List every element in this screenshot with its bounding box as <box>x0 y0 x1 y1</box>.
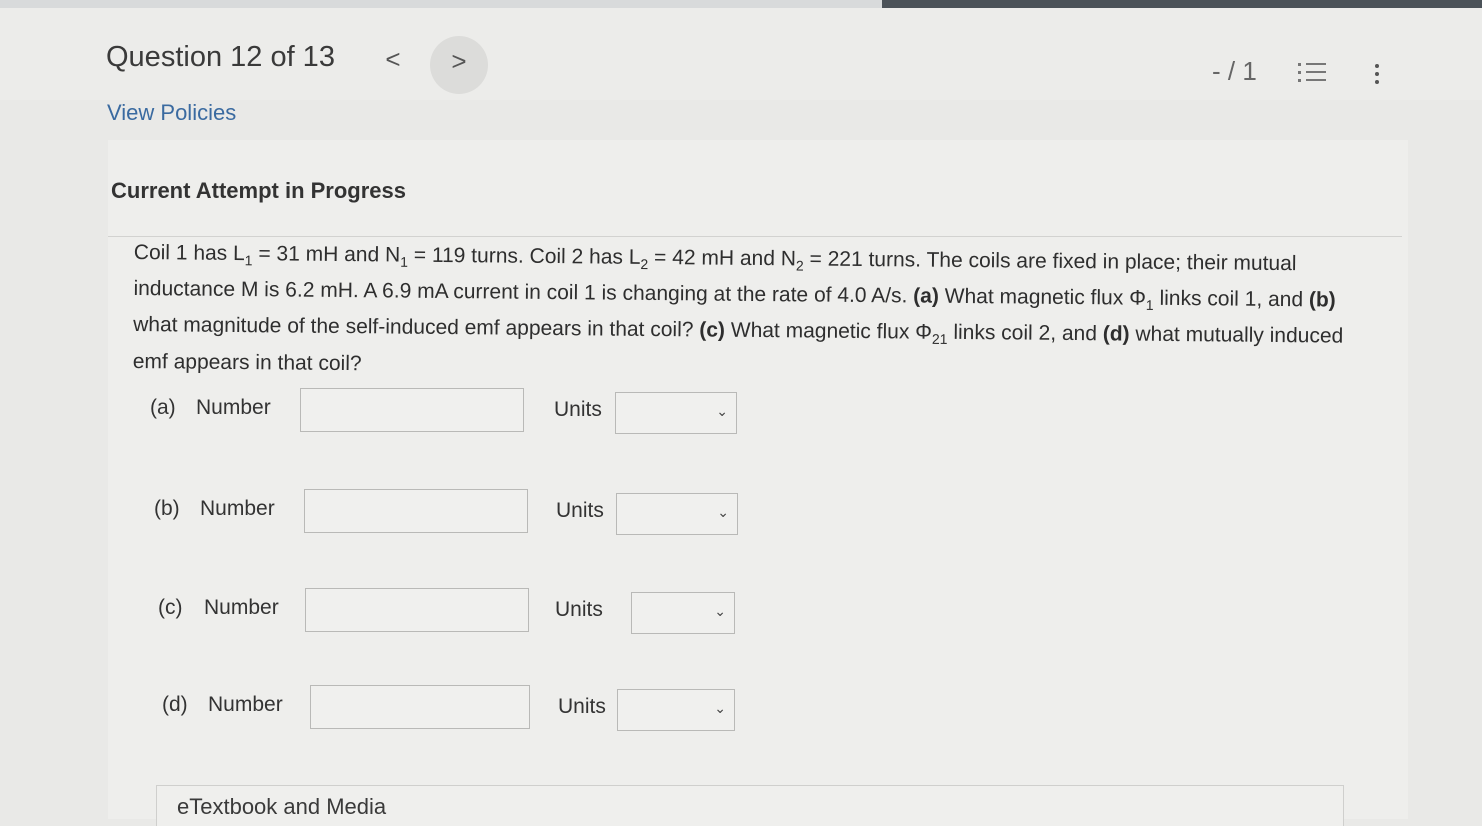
units-label: Units <box>555 598 603 621</box>
previous-question-button[interactable]: < <box>378 44 408 74</box>
chevron-down-icon: ⌄ <box>716 403 728 419</box>
part-label: (d) <box>162 693 188 716</box>
part-label: (b) <box>154 497 180 520</box>
answer-row-c: (c) Number Units ⌄ <box>158 588 758 638</box>
answer-row-a: (a) Number Units ⌄ <box>150 388 750 438</box>
chevron-left-icon: < <box>385 44 401 74</box>
top-strip <box>0 0 1482 8</box>
number-input-b[interactable] <box>304 489 528 533</box>
question-title: Question 12 of 13 <box>106 41 335 73</box>
etextbook-label: eTextbook and Media <box>177 794 387 819</box>
answer-row-d: (d) Number Units ⌄ <box>162 685 762 735</box>
part-label: (a) <box>150 396 176 419</box>
number-label: Number <box>208 693 283 716</box>
etextbook-section[interactable]: eTextbook and Media <box>156 785 1344 826</box>
number-input-c[interactable] <box>305 588 529 632</box>
question-header: Question 12 of 13 < > - / 1 <box>0 8 1482 100</box>
chevron-down-icon: ⌄ <box>714 603 726 619</box>
number-input-d[interactable] <box>310 685 530 729</box>
score-display: - / 1 <box>1212 56 1257 86</box>
chevron-down-icon: ⌄ <box>714 700 726 716</box>
view-policies-link[interactable]: View Policies <box>107 100 236 126</box>
units-label: Units <box>558 695 606 718</box>
units-select-c[interactable]: ⌄ <box>631 592 735 634</box>
chevron-right-icon: > <box>451 46 467 76</box>
question-text: Coil 1 has L1 = 31 mH and N1 = 119 turns… <box>132 240 1344 375</box>
number-input-a[interactable] <box>300 388 524 432</box>
attempt-heading: Current Attempt in Progress <box>111 178 407 203</box>
units-select-a[interactable]: ⌄ <box>615 392 737 434</box>
number-label: Number <box>200 497 275 520</box>
number-label: Number <box>204 596 279 619</box>
answer-row-b: (b) Number Units ⌄ <box>154 489 754 539</box>
next-question-button[interactable]: > <box>430 36 488 94</box>
more-vertical-icon[interactable] <box>1372 62 1382 88</box>
chevron-down-icon: ⌄ <box>717 504 729 520</box>
units-label: Units <box>554 398 602 421</box>
units-select-d[interactable]: ⌄ <box>617 689 735 731</box>
list-icon[interactable] <box>1298 60 1328 86</box>
part-label: (c) <box>158 596 183 619</box>
divider <box>108 236 1402 237</box>
units-label: Units <box>556 499 604 522</box>
units-select-b[interactable]: ⌄ <box>616 493 738 535</box>
number-label: Number <box>196 396 271 419</box>
